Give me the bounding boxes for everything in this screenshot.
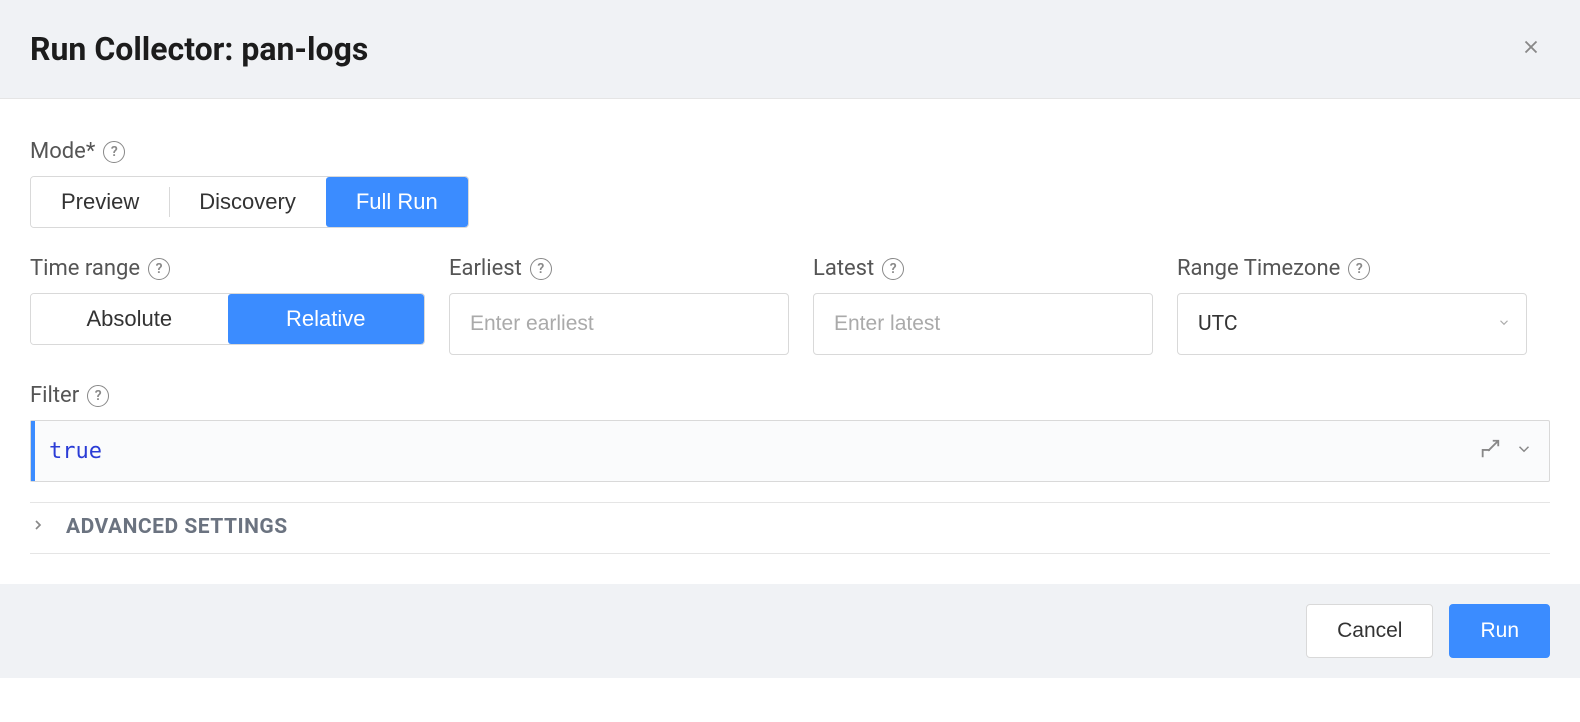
help-icon[interactable]: ? xyxy=(530,258,552,280)
timezone-label-text: Range Timezone xyxy=(1177,256,1340,281)
close-button[interactable] xyxy=(1512,31,1550,67)
mode-option-discovery[interactable]: Discovery xyxy=(169,177,326,227)
mode-option-preview[interactable]: Preview xyxy=(31,177,169,227)
timezone-value: UTC xyxy=(1198,312,1238,336)
chevron-down-icon[interactable] xyxy=(1515,440,1533,462)
earliest-label-text: Earliest xyxy=(449,256,522,281)
filter-value: true xyxy=(49,439,1479,464)
latest-label-text: Latest xyxy=(813,256,874,281)
run-collector-dialog: Run Collector: pan-logs Mode* ? Preview … xyxy=(0,0,1580,678)
help-icon[interactable]: ? xyxy=(87,385,109,407)
earliest-field: Earliest ? xyxy=(449,256,789,355)
help-icon[interactable]: ? xyxy=(882,258,904,280)
cancel-button[interactable]: Cancel xyxy=(1306,604,1433,658)
filter-cursor xyxy=(31,421,35,481)
filter-label-text: Filter xyxy=(30,383,79,408)
help-icon[interactable]: ? xyxy=(103,141,125,163)
dialog-body: Mode* ? Preview Discovery Full Run Time … xyxy=(0,99,1580,584)
timerange-option-absolute[interactable]: Absolute xyxy=(31,294,228,344)
mode-label: Mode* ? xyxy=(30,139,1550,164)
advanced-settings-toggle[interactable]: ADVANCED SETTINGS xyxy=(30,502,1550,554)
timerange-label-text: Time range xyxy=(30,256,140,281)
help-icon[interactable]: ? xyxy=(148,258,170,280)
latest-label: Latest ? xyxy=(813,256,1153,281)
latest-input[interactable] xyxy=(813,293,1153,355)
earliest-input[interactable] xyxy=(449,293,789,355)
timerange-label: Time range ? xyxy=(30,256,425,281)
mode-field: Mode* ? Preview Discovery Full Run xyxy=(30,139,1550,228)
timezone-label: Range Timezone ? xyxy=(1177,256,1527,281)
latest-field: Latest ? xyxy=(813,256,1153,355)
timezone-select[interactable]: UTC xyxy=(1177,293,1527,355)
close-icon xyxy=(1520,36,1542,58)
run-button[interactable]: Run xyxy=(1449,604,1550,658)
mode-option-fullrun[interactable]: Full Run xyxy=(326,177,468,227)
filter-field: Filter ? true xyxy=(30,383,1550,482)
timezone-field: Range Timezone ? UTC xyxy=(1177,256,1527,355)
earliest-label: Earliest ? xyxy=(449,256,789,281)
mode-segmented-control: Preview Discovery Full Run xyxy=(30,176,469,228)
timerange-option-relative[interactable]: Relative xyxy=(228,294,425,344)
mode-label-text: Mode* xyxy=(30,139,95,164)
help-icon[interactable]: ? xyxy=(1348,258,1370,280)
dialog-title: Run Collector: pan-logs xyxy=(30,30,368,68)
dialog-header: Run Collector: pan-logs xyxy=(0,0,1580,99)
filter-label: Filter ? xyxy=(30,383,1550,408)
timerange-field: Time range ? Absolute Relative xyxy=(30,256,425,355)
filter-input[interactable]: true xyxy=(30,420,1550,482)
chevron-right-icon xyxy=(30,517,46,538)
advanced-settings-label: ADVANCED SETTINGS xyxy=(66,515,288,539)
dialog-footer: Cancel Run xyxy=(0,584,1580,678)
popout-icon[interactable] xyxy=(1479,438,1501,464)
timerange-segmented-control: Absolute Relative xyxy=(30,293,425,345)
